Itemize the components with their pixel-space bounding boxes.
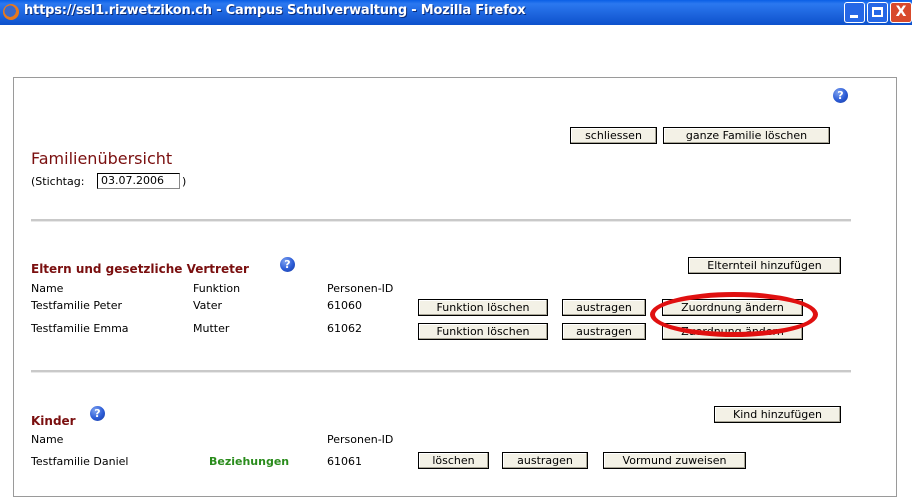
- help-icon[interactable]: ?: [280, 257, 295, 272]
- window-titlebar[interactable]: https://ssl1.rizwetzikon.ch - Campus Sch…: [0, 0, 912, 25]
- minimize-button[interactable]: [844, 2, 865, 23]
- parent-name: Testfamilie Peter: [31, 299, 123, 312]
- section-divider: [31, 219, 851, 222]
- close-button[interactable]: schliessen: [570, 127, 657, 144]
- parent-funktion: Vater: [193, 299, 223, 312]
- remove-button[interactable]: austragen: [502, 452, 588, 469]
- parent-name: Testfamilie Emma: [31, 322, 129, 335]
- delete-function-button[interactable]: Funktion löschen: [418, 323, 548, 340]
- delete-button[interactable]: löschen: [418, 452, 489, 469]
- stichtag-date-input[interactable]: 03.07.2006: [97, 173, 180, 189]
- column-header-personen-id: Personen-ID: [327, 282, 394, 295]
- children-section-title: Kinder: [31, 414, 76, 428]
- page-title: Familienübersicht: [31, 149, 173, 168]
- child-name: Testfamilie Daniel: [31, 455, 129, 468]
- add-child-button[interactable]: Kind hinzufügen: [714, 406, 841, 423]
- remove-button[interactable]: austragen: [562, 299, 646, 316]
- parent-funktion: Mutter: [193, 322, 230, 335]
- stichtag-label: (Stichtag:: [31, 175, 85, 188]
- highlight-circle: [650, 292, 818, 337]
- remove-button[interactable]: austragen: [562, 323, 646, 340]
- delete-family-button[interactable]: ganze Familie löschen: [663, 127, 830, 144]
- column-header-funktion: Funktion: [193, 282, 241, 295]
- add-parent-button[interactable]: Elternteil hinzufügen: [688, 257, 841, 274]
- parents-section-title: Eltern und gesetzliche Vertreter: [31, 262, 249, 276]
- parent-personen-id: 61060: [327, 299, 362, 312]
- firefox-icon: [3, 4, 19, 20]
- relations-link[interactable]: Beziehungen: [209, 455, 289, 468]
- delete-function-button[interactable]: Funktion löschen: [418, 299, 548, 316]
- help-icon[interactable]: ?: [90, 406, 105, 421]
- help-icon[interactable]: ?: [833, 88, 848, 103]
- maximize-icon: [872, 7, 883, 17]
- minimize-icon: [850, 15, 858, 18]
- window-title: https://ssl1.rizwetzikon.ch - Campus Sch…: [24, 3, 526, 18]
- column-header-personen-id: Personen-ID: [327, 433, 394, 446]
- close-window-button[interactable]: X: [890, 2, 912, 23]
- close-icon: X: [895, 4, 907, 20]
- parent-personen-id: 61062: [327, 322, 362, 335]
- child-personen-id: 61061: [327, 455, 362, 468]
- stichtag-close-paren: ): [182, 175, 187, 188]
- column-header-name: Name: [31, 282, 64, 295]
- column-header-name: Name: [31, 433, 64, 446]
- section-divider: [31, 370, 851, 373]
- assign-guardian-button[interactable]: Vormund zuweisen: [603, 452, 746, 469]
- maximize-button[interactable]: [867, 2, 888, 23]
